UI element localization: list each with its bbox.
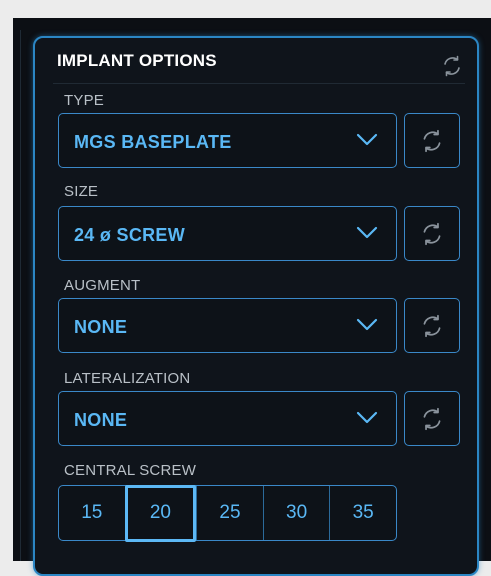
reset-arrows-icon: [423, 314, 441, 337]
augment-reset-button[interactable]: [404, 298, 460, 353]
chevron-down-icon: [356, 318, 378, 331]
size-select[interactable]: 24 ø SCREW: [58, 206, 397, 261]
frame-divider: [20, 30, 21, 561]
central-screw-option-35[interactable]: 35: [329, 486, 396, 540]
type-reset-button[interactable]: [404, 113, 460, 168]
type-select-value: MGS BASEPLATE: [74, 132, 232, 152]
central-screw-option-25[interactable]: 25: [196, 486, 263, 540]
type-label: TYPE: [64, 92, 104, 109]
reset-arrows-icon: [423, 407, 441, 430]
reset-arrows-icon: [423, 129, 441, 152]
reset-arrows-icon: [423, 222, 441, 245]
lateralization-reset-button[interactable]: [404, 391, 460, 446]
type-select[interactable]: MGS BASEPLATE: [58, 113, 397, 168]
chevron-down-icon: [356, 226, 378, 239]
panel-reset-button[interactable]: [437, 51, 467, 81]
size-label: SIZE: [64, 183, 99, 200]
central-screw-option-30[interactable]: 30: [262, 486, 330, 540]
lateralization-select[interactable]: NONE: [58, 391, 397, 446]
lateralization-select-value: NONE: [74, 410, 128, 430]
implant-options-panel: IMPLANT OPTIONS TYPE MGS BASEPLATE SIZE …: [33, 36, 479, 576]
augment-label: AUGMENT: [64, 277, 141, 294]
lateralization-label: LATERALIZATION: [64, 370, 191, 387]
size-reset-button[interactable]: [404, 206, 460, 261]
central-screw-label: CENTRAL SCREW: [64, 462, 197, 479]
augment-select-value: NONE: [74, 317, 128, 337]
central-screw-option-20[interactable]: 20: [124, 484, 197, 542]
central-screw-segmented-control: 15 20 25 30 35: [58, 484, 397, 542]
panel-title: IMPLANT OPTIONS: [57, 51, 217, 70]
chevron-down-icon: [356, 411, 378, 424]
augment-select[interactable]: NONE: [58, 298, 397, 353]
central-screw-option-15[interactable]: 15: [59, 486, 125, 540]
reset-arrows-icon: [444, 55, 460, 77]
size-select-value: 24 ø SCREW: [74, 225, 186, 245]
header-divider: [53, 83, 465, 84]
chevron-down-icon: [356, 133, 378, 146]
